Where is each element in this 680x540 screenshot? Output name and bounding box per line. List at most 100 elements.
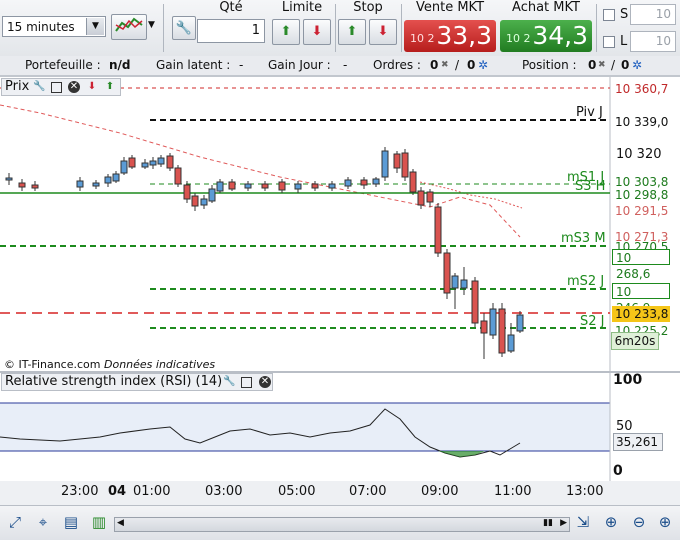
stop-buy-icon: ⬆ [346,24,358,39]
candle [157,157,165,165]
limit-sell-button[interactable]: ⬇ [303,19,331,45]
chart-type-chevron-icon[interactable]: ▼ [148,20,155,30]
stop-loss-checkbox[interactable] [603,9,615,21]
candle [328,183,336,189]
position-count: 0 [588,58,597,72]
close-icon[interactable]: ✕ [68,81,80,93]
orders-close-icon[interactable]: ✖ [441,60,449,70]
candle [92,182,100,187]
scroll-right-icon[interactable]: ▶ [560,518,567,528]
toolbar-divider [401,4,402,52]
price-panel: Piv J mS1 J S3 H mS3 M mS2 J S2 J 10 320… [0,76,680,372]
limit-buy-button[interactable]: ⬆ [272,19,300,45]
latent-gain-label: Gain latent : [156,58,231,72]
candle [191,195,199,207]
portfolio-label: Portefeuille : [25,58,101,72]
position-gear-icon[interactable]: ✲ [632,58,642,72]
chevron-down-icon[interactable]: ▼ [86,18,104,35]
candle [208,188,216,202]
settings-wrench-button[interactable]: 🔧 [172,16,196,40]
rsi-axis-100: 100 [613,372,643,388]
zoom-in-icon[interactable]: ⊕ [654,512,676,532]
price-tag: 10 246,9 [612,283,670,315]
candle [507,334,515,352]
move-down-icon[interactable]: ⬇ [86,81,98,93]
candle [426,191,434,203]
toolbar-divider [335,4,336,52]
wrench-icon[interactable]: 🔧 [223,376,235,388]
candle [174,167,182,185]
wrench-icon[interactable]: 🔧 [33,81,45,93]
scroll-end-icon[interactable]: ⇲ [572,512,594,532]
candle [417,190,425,206]
toolbar-divider [163,4,164,52]
qty-input[interactable]: 1 [197,19,265,43]
crosshair-icon[interactable]: ⌖ [32,512,54,532]
candle [393,153,401,169]
candle [516,314,524,332]
candle [128,157,136,168]
maximize-icon[interactable] [241,377,252,388]
day-gain-value: - [343,58,348,72]
candle [104,176,112,184]
stop-loss-input[interactable]: 10 [630,4,676,25]
orders-gear-icon[interactable]: ✲ [478,58,488,72]
candle [294,183,302,190]
price-chart-svg[interactable] [0,77,680,372]
candle [434,206,442,254]
close-icon[interactable]: ✕ [259,376,271,388]
time-tick: 07:00 [349,484,387,499]
limit-buy-icon: ⬆ [280,24,292,39]
candle [228,181,236,190]
price-panel-title: Prix [5,79,30,94]
rsi-panel-header: Relative strength index (RSI) (14) 🔧 ✕ [1,373,273,391]
scroll-grip-icon[interactable]: ▮▮ [543,518,553,528]
buy-market-button[interactable]: 10 2 34,3 [500,20,592,52]
candle [278,181,286,191]
candle [401,152,409,178]
sell-market-button[interactable]: 10 2 33,3 [404,20,496,52]
price-panel-header: Prix 🔧 ✕ ⬇ ⬆ [1,78,121,96]
data-table-icon[interactable]: ▤ [60,512,82,532]
zoom-out-icon[interactable]: ⊖ [628,512,650,532]
indicators-icon[interactable]: ▥ [88,512,110,532]
time-tick: 23:00 [61,484,99,499]
latent-gain-value: - [239,58,244,72]
limit-input[interactable]: 10 [630,31,676,52]
rsi-value-tag: 35,261 [613,433,663,451]
stop-sell-button[interactable]: ⬇ [369,19,397,45]
candle [141,162,149,168]
zoom-fit-icon[interactable]: ⤢ [4,512,26,532]
pivot-label: Piv J [576,105,603,120]
move-up-icon[interactable]: ⬆ [104,81,116,93]
candle [76,180,84,188]
candle [489,308,497,336]
qty-label: Qté [219,0,243,15]
limit-sell-icon: ⬇ [311,24,323,39]
wrench-icon: 🔧 [175,21,193,36]
candle [261,183,269,189]
candle [244,183,252,189]
limit-checkbox[interactable] [603,36,615,48]
buy-price-prefix: 10 2 [506,32,531,45]
chart-type-button[interactable] [111,14,147,40]
candle [31,184,39,189]
scroll-left-icon[interactable]: ◀ [117,518,124,528]
orders-count: 0 [430,58,439,72]
time-scrollbar[interactable]: ◀ ▮▮ ▶ [114,517,570,532]
candle [480,320,488,334]
candle [443,252,451,294]
candle [471,280,479,324]
position-close-icon[interactable]: ✖ [598,60,606,70]
day-gain-label: Gain Jour : [268,58,331,72]
s2-label: S2 J [580,314,605,329]
sell-price: 33,3 [436,21,492,50]
maximize-icon[interactable] [51,82,62,93]
zoom-box-icon[interactable]: ⊕ [600,512,622,532]
sell-label: Vente MKT [415,0,485,15]
candle [200,198,208,206]
timeframe-select[interactable]: 15 minutes ▼ [2,16,106,37]
stop-buy-button[interactable]: ⬆ [338,19,366,45]
candle [451,275,459,289]
rsi-axis-0: 0 [613,463,623,479]
